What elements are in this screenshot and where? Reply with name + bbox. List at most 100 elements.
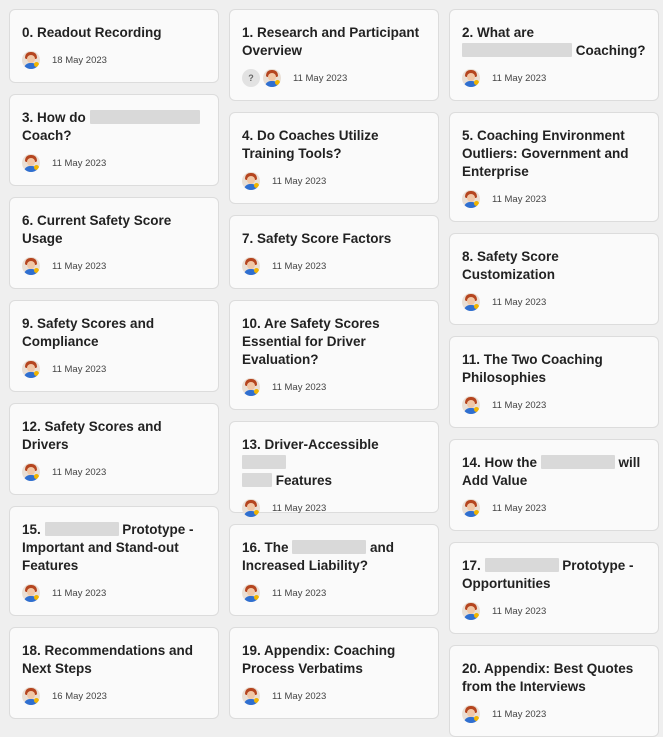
avatar (242, 172, 260, 190)
card-date: 11 May 2023 (52, 363, 107, 375)
avatar (462, 705, 480, 723)
avatar (242, 584, 260, 602)
card-13[interactable]: 13. Driver-Accessible Features 11 May 20… (229, 421, 439, 517)
card-title: 18. Recommendations and Next Steps (22, 643, 194, 676)
card-3[interactable]: 3. How do Coach? 11 May 2023 (9, 94, 219, 186)
card-title: 6. Current Safety Score Usage (22, 213, 172, 246)
redacted-text (540, 455, 615, 469)
card-1[interactable]: 1. Research and Participant Overview ? 1… (229, 9, 439, 101)
card-6[interactable]: 6. Current Safety Score Usage 11 May 202… (9, 197, 219, 289)
card-date: 11 May 2023 (293, 72, 348, 84)
card-10[interactable]: 10. Are Safety Scores Essential for Driv… (229, 300, 439, 410)
redacted-text (462, 43, 572, 57)
card-title: 19. Appendix: Coaching Process Verbatims (242, 643, 396, 676)
card-meta: 11 May 2023 (22, 257, 206, 275)
card-meta: 11 May 2023 (242, 499, 426, 517)
card-11[interactable]: 11. The Two Coaching Philosophies 11 May… (449, 336, 659, 428)
card-date: 11 May 2023 (52, 466, 107, 478)
column-3: 2. What are Coaching? 11 May 2023 5. Coa… (449, 9, 659, 737)
card-meta: 11 May 2023 (22, 463, 206, 481)
redacted-text (484, 558, 559, 572)
card-8[interactable]: 8. Safety Score Customization 11 May 202… (449, 233, 659, 325)
card-title: 1. Research and Participant Overview (242, 25, 420, 58)
card-date: 11 May 2023 (272, 690, 327, 702)
card-0[interactable]: 0. Readout Recording 18 May 2023 (9, 9, 219, 83)
card-17[interactable]: 17. Prototype - Opportunities 11 May 202… (449, 542, 659, 634)
card-title: 17. Prototype - Opportunities (462, 558, 634, 591)
column-1: 0. Readout Recording 18 May 2023 3. How … (9, 9, 219, 719)
card-date: 11 May 2023 (492, 708, 547, 720)
card-9[interactable]: 9. Safety Scores and Compliance 11 May 2… (9, 300, 219, 392)
redacted-text (242, 455, 286, 469)
card-date: 11 May 2023 (272, 381, 327, 393)
card-date: 11 May 2023 (272, 260, 327, 272)
avatar (22, 687, 40, 705)
card-meta: 16 May 2023 (22, 687, 206, 705)
card-12[interactable]: 12. Safety Scores and Drivers 11 May 202… (9, 403, 219, 495)
card-15[interactable]: 15. Prototype - Important and Stand-out … (9, 506, 219, 616)
avatar (22, 257, 40, 275)
card-title: 10. Are Safety Scores Essential for Driv… (242, 316, 380, 367)
avatar (242, 257, 260, 275)
card-date: 11 May 2023 (52, 260, 107, 272)
card-7[interactable]: 7. Safety Score Factors 11 May 2023 (229, 215, 439, 289)
card-date: 11 May 2023 (52, 587, 107, 599)
card-date: 11 May 2023 (272, 502, 327, 514)
card-meta: 11 May 2023 (462, 293, 646, 311)
card-title: 15. Prototype - Important and Stand-out … (22, 522, 194, 573)
card-title: 16. The and Increased Liability? (242, 540, 395, 573)
card-date: 11 May 2023 (272, 587, 327, 599)
card-meta: 18 May 2023 (22, 51, 206, 69)
card-14[interactable]: 14. How the will Add Value 11 May 2023 (449, 439, 659, 531)
card-title: 5. Coaching Environment Outliers: Govern… (462, 128, 629, 179)
card-date: 11 May 2023 (492, 296, 547, 308)
card-20[interactable]: 20. Appendix: Best Quotes from the Inter… (449, 645, 659, 737)
card-meta: 11 May 2023 (22, 360, 206, 378)
card-meta: 11 May 2023 (242, 257, 426, 275)
card-date: 11 May 2023 (492, 72, 547, 84)
avatar (242, 499, 260, 517)
avatar (462, 190, 480, 208)
card-title: 11. The Two Coaching Philosophies (462, 352, 603, 385)
card-19[interactable]: 19. Appendix: Coaching Process Verbatims… (229, 627, 439, 719)
card-meta: 11 May 2023 (22, 154, 206, 172)
card-meta: 11 May 2023 (22, 584, 206, 602)
redacted-text (242, 473, 272, 487)
card-date: 11 May 2023 (492, 502, 547, 514)
card-title: 14. How the will Add Value (462, 455, 641, 488)
card-date: 11 May 2023 (52, 157, 107, 169)
card-title: 4. Do Coaches Utilize Training Tools? (242, 128, 379, 161)
card-title: 20. Appendix: Best Quotes from the Inter… (462, 661, 634, 694)
card-18[interactable]: 18. Recommendations and Next Steps 16 Ma… (9, 627, 219, 719)
card-title: 8. Safety Score Customization (462, 249, 559, 282)
avatar (462, 396, 480, 414)
card-title: 13. Driver-Accessible Features (242, 437, 379, 488)
card-title: 7. Safety Score Factors (242, 231, 392, 246)
card-2[interactable]: 2. What are Coaching? 11 May 2023 (449, 9, 659, 101)
avatar (22, 463, 40, 481)
avatar (242, 687, 260, 705)
column-2: 1. Research and Participant Overview ? 1… (229, 9, 439, 719)
redacted-text (292, 540, 367, 554)
card-title: 2. What are Coaching? (462, 25, 646, 58)
card-title: 0. Readout Recording (22, 25, 162, 40)
card-date: 16 May 2023 (52, 690, 107, 702)
card-meta: 11 May 2023 (242, 378, 426, 396)
card-date: 11 May 2023 (492, 193, 547, 205)
card-16[interactable]: 16. The and Increased Liability? 11 May … (229, 524, 439, 616)
avatar (462, 293, 480, 311)
card-date: 11 May 2023 (492, 605, 547, 617)
card-date: 11 May 2023 (492, 399, 547, 411)
avatar (242, 378, 260, 396)
card-meta: 11 May 2023 (462, 602, 646, 620)
card-4[interactable]: 4. Do Coaches Utilize Training Tools? 11… (229, 112, 439, 204)
card-date: 11 May 2023 (272, 175, 327, 187)
card-title: 3. How do Coach? (22, 109, 206, 145)
card-5[interactable]: 5. Coaching Environment Outliers: Govern… (449, 112, 659, 222)
unknown-user-icon: ? (242, 69, 260, 87)
card-meta: 11 May 2023 (242, 584, 426, 602)
avatar (462, 69, 480, 87)
avatar (22, 360, 40, 378)
card-meta: 11 May 2023 (462, 396, 646, 414)
redacted-text (89, 110, 200, 124)
